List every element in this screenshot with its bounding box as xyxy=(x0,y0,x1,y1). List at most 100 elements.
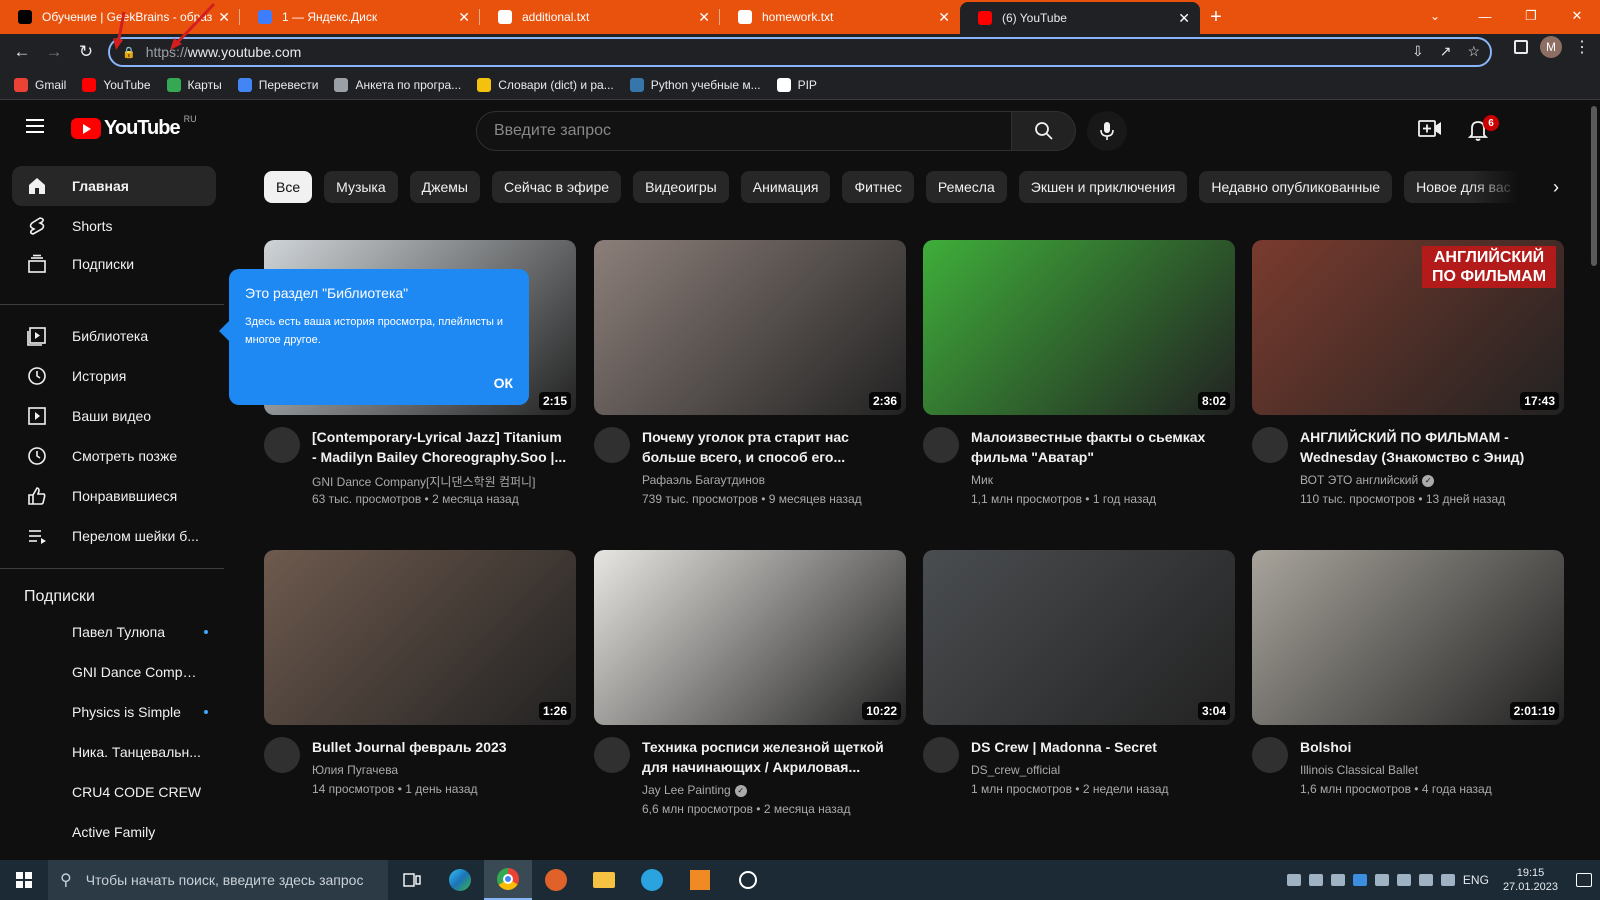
subscription-item[interactable]: GNI Dance Compan... xyxy=(24,652,208,692)
video-thumbnail[interactable]: 2:36 xyxy=(594,240,906,415)
sidebar-item-history[interactable]: История xyxy=(12,356,216,396)
sidebar-item-library[interactable]: Библиотека xyxy=(12,316,216,356)
video-thumbnail[interactable]: 2:01:19 xyxy=(1252,550,1564,725)
sidebar-item-playlist[interactable]: Перелом шейки б... xyxy=(12,516,216,556)
task-view-icon[interactable] xyxy=(388,860,436,900)
app-icon[interactable] xyxy=(724,860,772,900)
video-title[interactable]: Bolshoi xyxy=(1300,737,1558,757)
video-card[interactable]: 2:01:19 Bolshoi Illinois Classical Ballet 1… xyxy=(1252,550,1564,827)
video-thumbnail[interactable]: АНГЛИЙСКИЙ ПО ФИЛЬМАМ 17:43 xyxy=(1252,240,1564,415)
create-video-icon[interactable] xyxy=(1418,118,1442,140)
notifications-icon[interactable] xyxy=(1576,873,1592,887)
search-button[interactable] xyxy=(1012,111,1076,151)
channel-avatar[interactable] xyxy=(923,427,959,463)
chip[interactable]: Анимация xyxy=(740,171,831,203)
channel-name[interactable]: Jay Lee Painting ✓ xyxy=(642,783,902,797)
sidebar-item-shorts[interactable]: Shorts xyxy=(12,206,216,246)
subscription-item[interactable]: Physics is Simple xyxy=(24,692,208,732)
windows-start-icon[interactable] xyxy=(0,860,48,900)
minimize-icon[interactable]: — xyxy=(1462,0,1508,32)
video-card[interactable]: АНГЛИЙСКИЙ ПО ФИЛЬМАМ 17:43 АНГЛИЙСКИЙ ПО … xyxy=(1252,240,1564,517)
taskbar-search[interactable]: ⚲ Чтобы начать поиск, введите здесь запр… xyxy=(48,860,388,900)
bookmark-item[interactable]: YouTube xyxy=(82,77,151,92)
channel-name[interactable]: Мик xyxy=(971,473,1231,487)
more-menu-icon[interactable]: ⋮ xyxy=(1574,37,1590,57)
chip[interactable]: Недавно опубликованные xyxy=(1199,171,1393,203)
subscription-item[interactable]: Павел Тулюпа xyxy=(24,612,208,652)
channel-avatar[interactable] xyxy=(1252,737,1288,773)
bookmark-item[interactable]: Словари (dict) и ра... xyxy=(477,77,614,92)
bookmark-item[interactable]: Python учебные м... xyxy=(629,77,761,92)
close-icon[interactable]: ✕ xyxy=(1178,10,1190,27)
tooltip-ok-button[interactable]: ОК xyxy=(494,375,513,391)
reload-icon[interactable]: ↻ xyxy=(70,36,102,68)
share-icon[interactable]: ↗ xyxy=(1440,43,1452,60)
new-tab-button[interactable]: + xyxy=(1200,0,1232,34)
video-card[interactable]: 3:04 DS Crew | Madonna - Secret DS_crew_of… xyxy=(923,550,1235,827)
maximize-icon[interactable]: ❐ xyxy=(1508,0,1554,32)
sidebar-item-subscriptions[interactable]: Подписки xyxy=(12,244,216,284)
chip[interactable]: Музыка xyxy=(324,171,398,203)
app-icon[interactable] xyxy=(532,860,580,900)
chip[interactable]: Сейчас в эфире xyxy=(491,171,622,203)
youtube-logo[interactable]: YouTube RU xyxy=(71,114,197,140)
bookmark-item[interactable]: PIP xyxy=(776,77,817,92)
app-icon[interactable] xyxy=(676,860,724,900)
address-bar[interactable]: 🔒 https://www.youtube.com ⇩ ↗ ☆ xyxy=(108,37,1492,67)
volume-icon[interactable] xyxy=(1440,874,1455,886)
voice-search-button[interactable] xyxy=(1087,111,1127,151)
video-title[interactable]: [Contemporary-Lyrical Jazz] Titanium - M… xyxy=(312,427,570,467)
search-input[interactable]: Введите запрос xyxy=(476,111,1012,151)
video-thumbnail[interactable]: 8:02 xyxy=(923,240,1235,415)
install-app-icon[interactable]: ⇩ xyxy=(1412,43,1424,60)
channel-avatar[interactable] xyxy=(264,427,300,463)
back-icon[interactable]: ← xyxy=(6,36,38,68)
close-window-icon[interactable]: ✕ xyxy=(1554,0,1600,32)
chip[interactable]: Все xyxy=(264,171,313,203)
tab-search-icon[interactable]: ⌄ xyxy=(1420,0,1450,32)
bookmark-item[interactable]: Перевести xyxy=(237,77,318,92)
browser-tab[interactable]: additional.txt ✕ xyxy=(480,0,720,34)
telegram-icon[interactable] xyxy=(628,860,676,900)
video-thumbnail[interactable]: 3:04 xyxy=(923,550,1235,725)
chrome-icon[interactable] xyxy=(484,860,532,900)
battery-icon[interactable] xyxy=(1374,874,1389,886)
channel-avatar[interactable] xyxy=(264,737,300,773)
bookmark-item[interactable]: Анкета по програ... xyxy=(334,77,461,92)
chip[interactable]: Ремесла xyxy=(925,171,1007,203)
wifi-icon[interactable] xyxy=(1418,874,1433,886)
chevron-right-icon[interactable]: › xyxy=(1544,171,1568,203)
subscription-item[interactable]: CRU4 CODE CREW xyxy=(24,772,208,812)
bookmark-item[interactable]: Карты xyxy=(166,77,222,92)
page-scrollbar[interactable] xyxy=(1588,100,1600,860)
browser-tab[interactable]: 1 — Яндекс.Диск ✕ xyxy=(240,0,480,34)
channel-name[interactable]: Юлия Пугачева xyxy=(312,763,572,777)
video-title[interactable]: Малоизвестные факты о сьемках фильма "Ав… xyxy=(971,427,1229,467)
video-title[interactable]: АНГЛИЙСКИЙ ПО ФИЛЬМАМ - Wednesday (Знако… xyxy=(1300,427,1558,467)
chip[interactable]: Фитнес xyxy=(842,171,914,203)
clock[interactable]: 19:15 27.01.2023 xyxy=(1503,866,1558,894)
chip[interactable]: Джемы xyxy=(409,171,480,203)
video-title[interactable]: Почему уголок рта старит нас больше всег… xyxy=(642,427,900,467)
video-card[interactable]: 1:26 Bullet Journal февраль 2023 Юлия Пуга… xyxy=(264,550,576,827)
channel-avatar[interactable] xyxy=(1252,427,1288,463)
subscription-item[interactable]: Ника. Танцевальн... xyxy=(24,732,208,772)
channel-avatar[interactable] xyxy=(923,737,959,773)
video-thumbnail[interactable]: 10:22 xyxy=(594,550,906,725)
channel-name[interactable]: Illinois Classical Ballet xyxy=(1300,763,1560,777)
forward-icon[interactable]: → xyxy=(38,36,70,68)
edge-icon[interactable] xyxy=(436,860,484,900)
video-title[interactable]: Bullet Journal февраль 2023 xyxy=(312,737,570,757)
close-icon[interactable]: ✕ xyxy=(458,9,470,26)
sidebar-item-liked[interactable]: Понравившиеся xyxy=(12,476,216,516)
tray-icon[interactable] xyxy=(1396,874,1411,886)
channel-avatar[interactable] xyxy=(594,737,630,773)
video-card[interactable]: 2:36 Почему уголок рта старит нас больше … xyxy=(594,240,906,517)
channel-avatar[interactable] xyxy=(594,427,630,463)
profile-avatar[interactable]: M xyxy=(1540,36,1562,58)
channel-name[interactable]: Рафаэль Багаутдинов xyxy=(642,473,902,487)
video-title[interactable]: Техника росписи железной щеткой для начи… xyxy=(642,737,900,777)
channel-name[interactable]: DS_crew_official xyxy=(971,763,1231,777)
browser-tab[interactable]: homework.txt ✕ xyxy=(720,0,960,34)
scrollbar-thumb[interactable] xyxy=(1591,106,1597,266)
